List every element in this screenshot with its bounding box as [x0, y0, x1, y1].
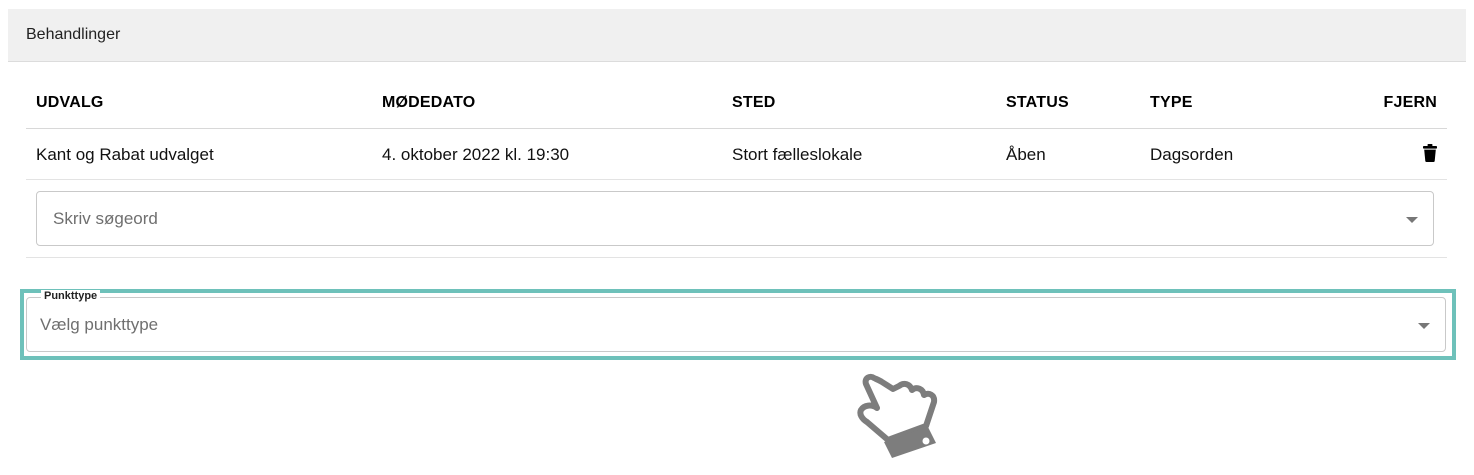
table-row: Kant og Rabat udvalget 4. oktober 2022 k…: [26, 129, 1447, 180]
chevron-down-icon[interactable]: [1418, 323, 1430, 329]
panel-title: Behandlinger: [26, 26, 121, 43]
trash-icon[interactable]: [1423, 144, 1437, 162]
chevron-down-icon[interactable]: [1406, 217, 1418, 223]
header-udvalg: UDVALG: [36, 94, 104, 111]
cell-status: Åben: [1006, 145, 1046, 164]
meetings-table: UDVALG MØDEDATO STED STATUS TYPE FJERN K…: [26, 76, 1447, 258]
punkttype-label: Punkttype: [41, 290, 101, 303]
header-fjern: FJERN: [1383, 94, 1437, 111]
cell-type: Dagsorden: [1150, 145, 1234, 164]
table-header-row: UDVALG MØDEDATO STED STATUS TYPE FJERN: [26, 76, 1447, 129]
cell-udvalg: Kant og Rabat udvalget: [36, 145, 214, 164]
panel-header: Behandlinger: [8, 9, 1466, 62]
header-sted: STED: [732, 94, 776, 111]
header-status: STATUS: [1006, 94, 1069, 111]
search-input[interactable]: Skriv søgeord: [36, 191, 1434, 246]
cell-sted: Stort fælleslokale: [732, 145, 863, 164]
hand-pointer-icon: [857, 373, 938, 458]
search-placeholder: Skriv søgeord: [53, 209, 158, 228]
punkttype-select[interactable]: Punkttype Vælg punkttype: [26, 290, 1446, 352]
punkttype-placeholder: Vælg punkttype: [40, 315, 159, 334]
header-modedato: MØDEDATO: [382, 94, 476, 111]
header-type: TYPE: [1150, 94, 1193, 111]
cell-modedato: 4. oktober 2022 kl. 19:30: [382, 145, 570, 164]
search-row: Skriv søgeord: [26, 180, 1447, 258]
